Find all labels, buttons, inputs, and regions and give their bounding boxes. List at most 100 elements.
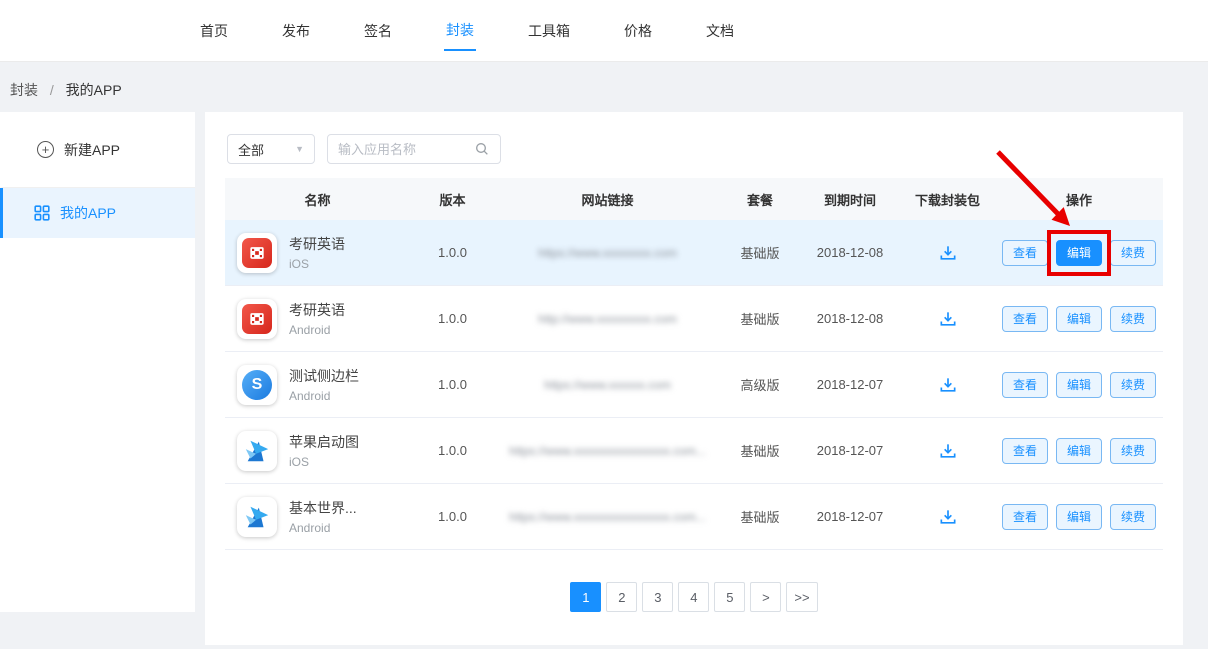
sidebar-item-new-app[interactable]: + 新建APP bbox=[0, 112, 195, 188]
sidebar-item-my-apps[interactable]: 我的APP bbox=[0, 188, 195, 238]
header-actions: 操作 bbox=[995, 190, 1163, 209]
app-version: 1.0.0 bbox=[410, 509, 495, 524]
page-button-3[interactable]: 3 bbox=[642, 582, 673, 612]
header-link: 网站链接 bbox=[495, 190, 720, 209]
grid-icon bbox=[34, 205, 50, 221]
view-button[interactable]: 查看 bbox=[1002, 372, 1048, 398]
app-plan: 高级版 bbox=[720, 375, 800, 394]
film-app-icon bbox=[237, 233, 277, 273]
masked-website-link: https://www.xxxxxxxxxxxxxxxx.com... bbox=[509, 510, 706, 524]
view-button[interactable]: 查看 bbox=[1002, 504, 1048, 530]
s-logo-app-icon: S bbox=[237, 365, 277, 405]
app-expiry: 2018-12-07 bbox=[800, 509, 900, 524]
search-icon[interactable] bbox=[474, 141, 490, 157]
pagination: 1 2 3 4 5 > >> bbox=[205, 582, 1183, 612]
breadcrumb: 封装 / 我的APP bbox=[10, 80, 122, 100]
app-plan: 基础版 bbox=[720, 507, 800, 526]
masked-website-link: https://www.xxxxxx.com bbox=[544, 378, 671, 392]
page-button-4[interactable]: 4 bbox=[678, 582, 709, 612]
film-app-icon bbox=[237, 299, 277, 339]
app-name: 考研英语 bbox=[289, 300, 345, 320]
top-navigation: 首页 发布 签名 封装 工具箱 价格 文档 bbox=[0, 0, 1208, 62]
renew-button[interactable]: 续费 bbox=[1110, 438, 1156, 464]
renew-button[interactable]: 续费 bbox=[1110, 240, 1156, 266]
app-version: 1.0.0 bbox=[410, 443, 495, 458]
nav-docs[interactable]: 文档 bbox=[704, 12, 736, 50]
edit-button[interactable]: 编辑 bbox=[1056, 504, 1102, 530]
table-row: 考研英语 Android 1.0.0 http://www.xxxxxxxxx.… bbox=[225, 286, 1163, 352]
edit-button[interactable]: 编辑 bbox=[1056, 306, 1102, 332]
app-platform: Android bbox=[289, 521, 357, 535]
app-expiry: 2018-12-07 bbox=[800, 377, 900, 392]
app-plan: 基础版 bbox=[720, 441, 800, 460]
app-expiry: 2018-12-07 bbox=[800, 443, 900, 458]
table-row: 基本世界... Android 1.0.0 https://www.xxxxxx… bbox=[225, 484, 1163, 550]
app-platform: Android bbox=[289, 323, 345, 337]
download-icon[interactable] bbox=[938, 243, 958, 263]
main-content: 全部 ▼ 名称 版本 网站链接 套餐 到期时间 下载封装包 操作 bbox=[205, 112, 1183, 645]
renew-button[interactable]: 续费 bbox=[1110, 504, 1156, 530]
app-plan: 基础版 bbox=[720, 243, 800, 262]
header-expiry: 到期时间 bbox=[800, 190, 900, 209]
edit-button[interactable]: 编辑 bbox=[1056, 240, 1102, 266]
nav-toolbox[interactable]: 工具箱 bbox=[526, 12, 572, 50]
crane-app-icon bbox=[237, 497, 277, 537]
app-name: 测试侧边栏 bbox=[289, 366, 359, 386]
app-expiry: 2018-12-08 bbox=[800, 245, 900, 260]
search-box bbox=[327, 134, 501, 164]
category-dropdown-value: 全部 bbox=[238, 140, 264, 159]
breadcrumb-root[interactable]: 封装 bbox=[10, 82, 38, 98]
header-download: 下载封装包 bbox=[900, 190, 995, 209]
next-page-button[interactable]: > bbox=[750, 582, 781, 612]
nav-package[interactable]: 封装 bbox=[444, 11, 476, 51]
app-name: 基本世界... bbox=[289, 498, 357, 518]
nav-signature[interactable]: 签名 bbox=[362, 12, 394, 50]
breadcrumb-current: 我的APP bbox=[66, 82, 122, 98]
header-plan: 套餐 bbox=[720, 190, 800, 209]
app-name: 苹果启动图 bbox=[289, 432, 359, 452]
table-row: S 测试侧边栏 Android 1.0.0 https://www.xxxxxx… bbox=[225, 352, 1163, 418]
nav-publish[interactable]: 发布 bbox=[280, 12, 312, 50]
app-plan: 基础版 bbox=[720, 309, 800, 328]
nav-price[interactable]: 价格 bbox=[622, 12, 654, 50]
chevron-down-icon: ▼ bbox=[295, 144, 304, 154]
table-row: 考研英语 iOS 1.0.0 https://www.xxxxxxxx.com … bbox=[225, 220, 1163, 286]
header-name: 名称 bbox=[225, 190, 410, 209]
table-row: 苹果启动图 iOS 1.0.0 https://www.xxxxxxxxxxxx… bbox=[225, 418, 1163, 484]
app-platform: iOS bbox=[289, 455, 359, 469]
last-page-button[interactable]: >> bbox=[786, 582, 817, 612]
apps-table: 名称 版本 网站链接 套餐 到期时间 下载封装包 操作 考研英语 iOS bbox=[225, 178, 1163, 550]
app-name: 考研英语 bbox=[289, 234, 345, 254]
download-icon[interactable] bbox=[938, 441, 958, 461]
sidebar-item-label: 我的APP bbox=[60, 203, 116, 223]
nav-home[interactable]: 首页 bbox=[198, 12, 230, 50]
app-version: 1.0.0 bbox=[410, 245, 495, 260]
edit-button[interactable]: 编辑 bbox=[1056, 438, 1102, 464]
renew-button[interactable]: 续费 bbox=[1110, 372, 1156, 398]
breadcrumb-separator: / bbox=[50, 82, 54, 98]
header-version: 版本 bbox=[410, 190, 495, 209]
download-icon[interactable] bbox=[938, 375, 958, 395]
search-input[interactable] bbox=[338, 142, 474, 157]
view-button[interactable]: 查看 bbox=[1002, 306, 1048, 332]
category-dropdown[interactable]: 全部 ▼ bbox=[227, 134, 315, 164]
table-header-row: 名称 版本 网站链接 套餐 到期时间 下载封装包 操作 bbox=[225, 178, 1163, 220]
app-expiry: 2018-12-08 bbox=[800, 311, 900, 326]
app-platform: iOS bbox=[289, 257, 345, 271]
app-version: 1.0.0 bbox=[410, 311, 495, 326]
view-button[interactable]: 查看 bbox=[1002, 438, 1048, 464]
download-icon[interactable] bbox=[938, 507, 958, 527]
filter-bar: 全部 ▼ bbox=[227, 134, 501, 164]
edit-button[interactable]: 编辑 bbox=[1056, 372, 1102, 398]
app-version: 1.0.0 bbox=[410, 377, 495, 392]
page-button-1[interactable]: 1 bbox=[570, 582, 601, 612]
renew-button[interactable]: 续费 bbox=[1110, 306, 1156, 332]
app-platform: Android bbox=[289, 389, 359, 403]
view-button[interactable]: 查看 bbox=[1002, 240, 1048, 266]
download-icon[interactable] bbox=[938, 309, 958, 329]
page-button-2[interactable]: 2 bbox=[606, 582, 637, 612]
page-button-5[interactable]: 5 bbox=[714, 582, 745, 612]
sidebar-item-label: 新建APP bbox=[64, 140, 120, 160]
masked-website-link: http://www.xxxxxxxxx.com bbox=[538, 312, 677, 326]
sidebar: + 新建APP 我的APP bbox=[0, 112, 195, 612]
